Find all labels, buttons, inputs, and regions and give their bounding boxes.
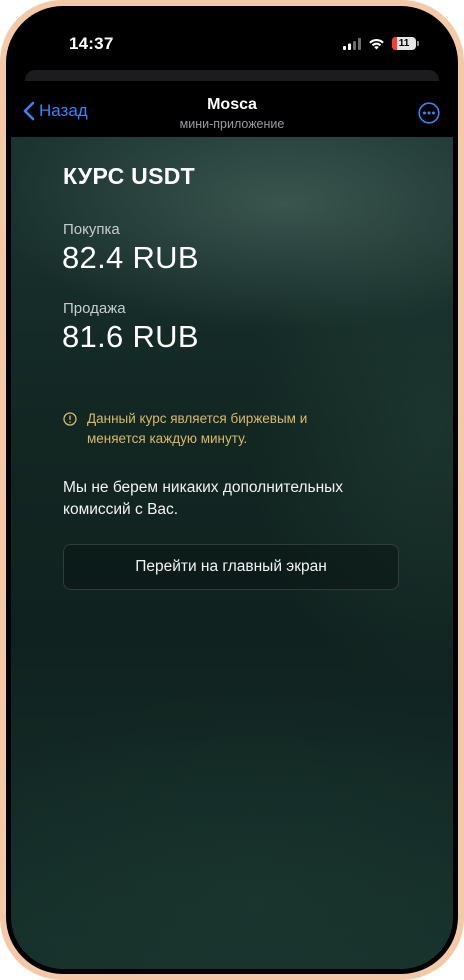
phone-frame: 14:37 11 Назад Mosca мини-приложение КУР… xyxy=(0,0,464,980)
warning-text: Данный курс является биржевым и меняется… xyxy=(87,411,308,446)
buy-label: Покупка xyxy=(63,221,120,238)
sell-value: 81.6 RUB xyxy=(62,319,199,354)
status-icons: 11 xyxy=(343,37,419,50)
commission-note: Мы не берем никаких дополнительных комис… xyxy=(63,479,344,518)
status-time: 14:37 xyxy=(69,34,114,53)
sell-label: Продажа xyxy=(63,300,126,317)
battery-low-fill xyxy=(392,37,397,50)
wifi-icon xyxy=(369,38,384,49)
status-bar: 14:37 11 xyxy=(11,11,453,73)
cellular-signal-icon xyxy=(343,37,361,50)
go-to-main-screen-label: Перейти на главный экран xyxy=(135,558,327,575)
go-to-main-screen-button[interactable]: Перейти на главный экран xyxy=(63,544,399,590)
navigation-bar: Назад Mosca мини-приложение xyxy=(11,81,453,137)
battery-level: 11 xyxy=(398,38,410,49)
rate-warning: Данный курс является биржевым и меняется… xyxy=(63,409,363,449)
more-options-button[interactable] xyxy=(418,102,440,124)
mini-app-content: КУРС USDT Покупка 82.4 RUB Продажа 81.6 … xyxy=(11,137,453,969)
phone-screen: 14:37 11 Назад Mosca мини-приложение КУР… xyxy=(11,11,453,969)
app-subtitle: мини-приложение xyxy=(179,117,285,131)
buy-value: 82.4 RUB xyxy=(62,240,199,275)
battery-icon: 11 xyxy=(392,37,419,50)
rate-heading: КУРС USDT xyxy=(63,163,195,189)
ellipsis-circle-icon xyxy=(418,102,440,124)
phone-bezel: 14:37 11 Назад Mosca мини-приложение КУР… xyxy=(6,6,458,974)
info-circle-icon xyxy=(63,412,77,426)
app-title: Mosca xyxy=(207,96,257,113)
